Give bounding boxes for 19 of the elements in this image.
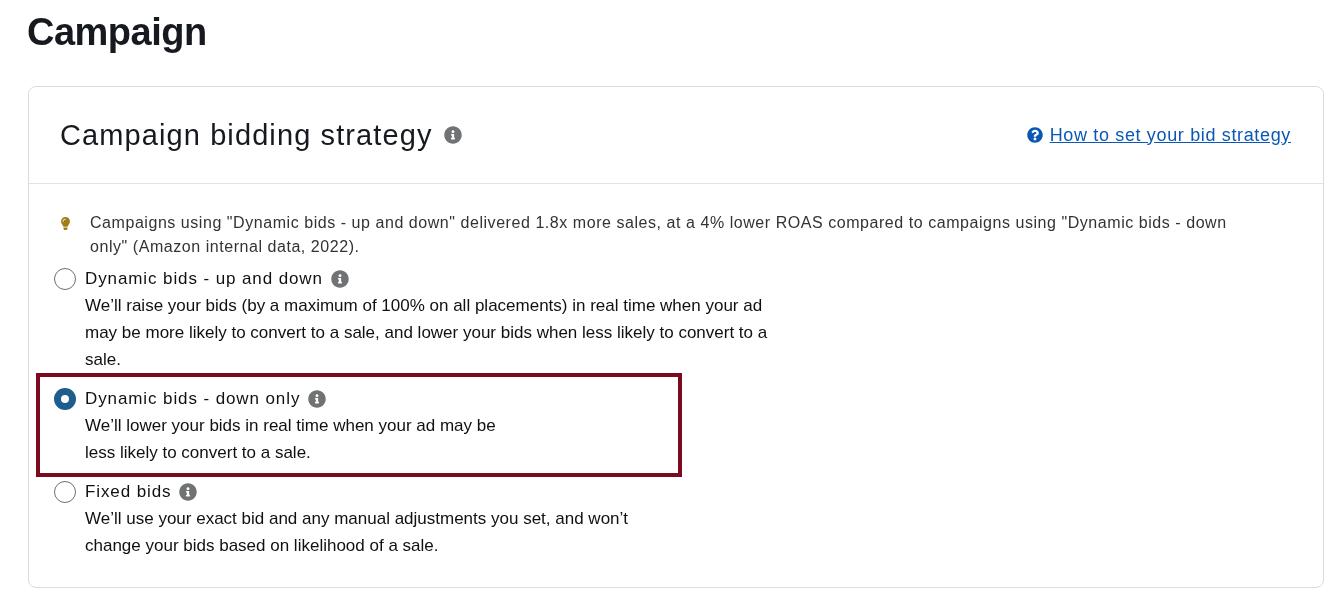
page-title: Campaign [27, 10, 207, 54]
info-icon[interactable] [330, 269, 349, 288]
help-link[interactable]: How to set your bid strategy [1026, 121, 1291, 149]
option-description: We’ll lower your bids in real time when your ad may be less likely to convert to a sale. [85, 415, 496, 464]
option-description: We’ll raise your bids (by a maximum of 100% on all placements) in real time when your ad may be more likely to convert to a sale, and lower your bids when less likely to convert to a sale. [85, 295, 768, 371]
radio-button[interactable] [54, 267, 76, 290]
option-description: We’ll use your exact bid and any manual adjustments you set, and won’t change your bids based on likelihood of a sale. [85, 508, 629, 557]
card-title: Campaign bidding strategy [60, 118, 433, 152]
lightbulb-icon [60, 217, 71, 230]
info-icon[interactable] [308, 389, 327, 408]
radio-button[interactable] [54, 480, 76, 503]
radio-button[interactable] [54, 387, 76, 410]
info-icon[interactable] [444, 126, 463, 144]
info-icon[interactable] [179, 482, 198, 501]
help-icon [1026, 127, 1043, 143]
option-label[interactable]: Dynamic bids - up and down [85, 265, 323, 292]
option-label[interactable]: Fixed bids [85, 478, 172, 505]
tip-text: Campaigns using "Dynamic bids - up and down" delivered 1.8x more sales, at a 4% lower ROAS compared to campaigns using "Dynamic bids - down only" (Amazon internal data, 2022). [90, 213, 1228, 257]
option-label[interactable]: Dynamic bids - down only [85, 385, 301, 412]
